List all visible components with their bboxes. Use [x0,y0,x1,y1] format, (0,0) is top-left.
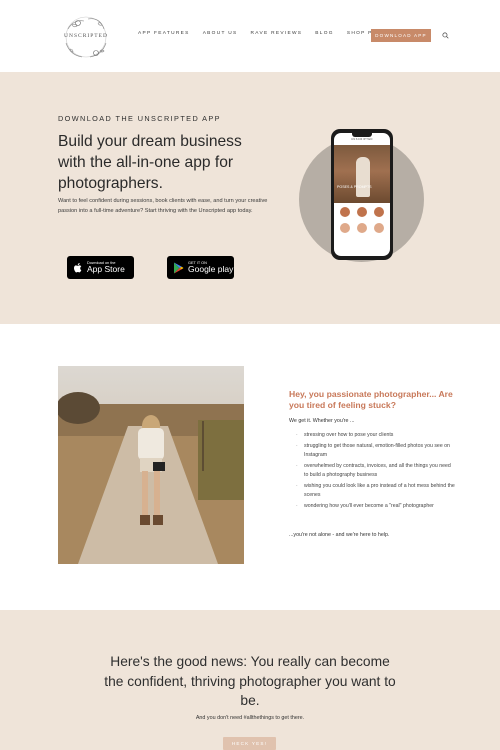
hero-title: Build your dream business with the all-i… [58,133,242,192]
google-play-icon [174,262,184,273]
pain-points-list: stressing over how to pose your clients … [296,431,456,513]
logo-text: UNSCRIPTED [64,33,108,39]
site-header: UNSCRIPTED APP FEATURES ABOUT US RAVE RE… [0,0,500,72]
nav-app-features[interactable]: APP FEATURES [138,31,190,36]
app-store-big: App Store [87,264,125,274]
phone-screen: UNSCRIPTED POSES & PROMPTS [334,133,390,256]
section2-outro: ...you're not alone - and we're here to … [289,532,390,538]
section3-subtitle: And you don't need #allthethings to get … [195,715,305,721]
search-icon[interactable] [442,32,449,39]
photographer-photo [58,366,244,564]
app-icon [340,207,350,217]
app-store-button[interactable]: Download on the App Store [67,256,134,279]
nav-about-us[interactable]: ABOUT US [203,31,238,36]
phone-notch [352,133,372,137]
app-icon [340,223,350,233]
hero-subtitle: Want to feel confident during sessions, … [58,198,268,214]
section2-title: Hey, you passionate photographer... Are … [289,389,453,410]
app-icon [374,223,384,233]
list-item: stressing over how to pose your clients [296,431,456,440]
download-app-button[interactable]: DOWNLOAD APP [371,29,431,42]
list-item: struggling to get those natural, emotion… [296,442,456,460]
logo[interactable]: UNSCRIPTED [58,11,114,63]
nav-rave-reviews[interactable]: RAVE REVIEWS [251,31,303,36]
heck-yes-button[interactable]: HECK YES! [223,737,276,750]
photographer-image [58,366,244,564]
section3-title: Here's the good news: You really can bec… [104,654,396,708]
section2-intro: We get it. Whether you're ... [289,418,355,424]
google-play-big: Google play [188,264,234,274]
phone-mockup: UNSCRIPTED POSES & PROMPTS [331,129,393,260]
app-icon [374,207,384,217]
app-photo-label: POSES & PROMPTS [337,185,372,189]
app-icon [357,207,367,217]
nav-blog[interactable]: BLOG [315,31,334,36]
hero-eyebrow: DOWNLOAD THE UNSCRIPTED APP [58,114,221,123]
apple-icon [74,262,82,272]
app-icon [357,223,367,233]
app-header-title: UNSCRIPTED [351,138,373,141]
list-item: wishing you could look like a pro instea… [296,482,456,500]
list-item: overwhelmed by contracts, invoices, and … [296,462,456,480]
app-hero-photo: POSES & PROMPTS [334,145,390,203]
google-play-button[interactable]: GET IT ON Google play [167,256,234,279]
photo-figure [356,157,370,197]
list-item: wondering how you'll ever become a "real… [296,502,456,511]
